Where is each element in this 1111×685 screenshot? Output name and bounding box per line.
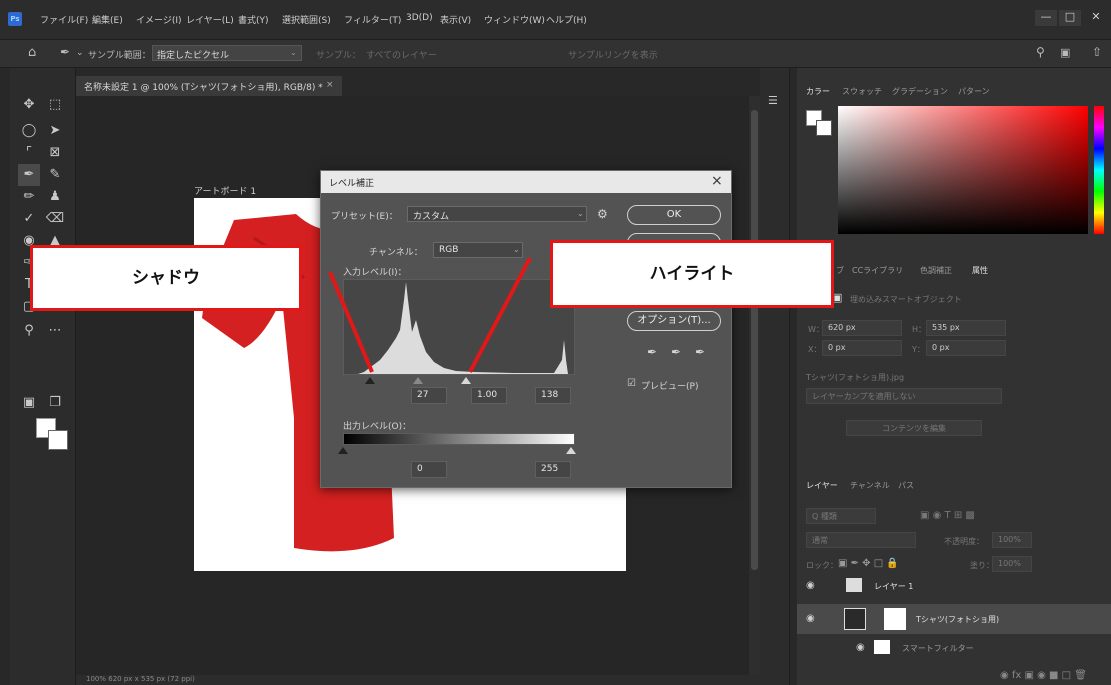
shadow-pointer-line [328,271,374,373]
highlight-callout: ハイライト [550,240,834,308]
callout-lines [328,257,532,373]
shadow-callout: シャドウ [30,245,302,311]
highlight-pointer-line [468,257,532,373]
